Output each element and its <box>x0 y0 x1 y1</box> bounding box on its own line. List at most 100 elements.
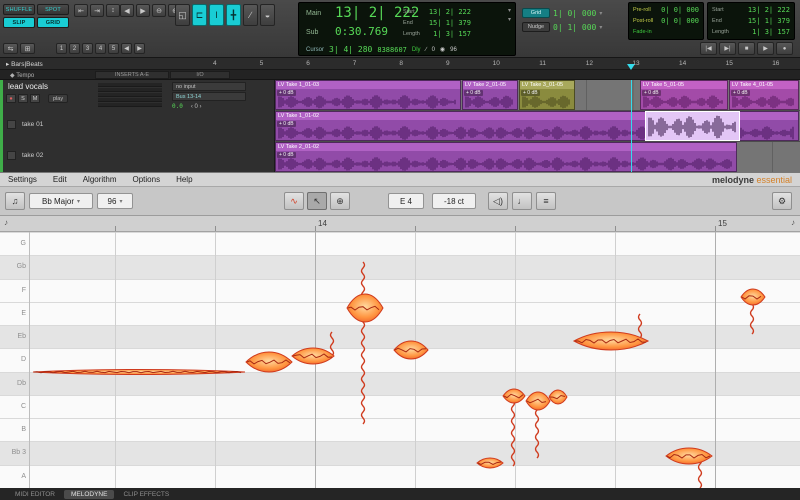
transport-button[interactable]: ■ <box>738 42 755 55</box>
zoom-icon[interactable]: ▶ <box>136 4 150 17</box>
menu-edit[interactable]: Edit <box>45 175 75 184</box>
memory-location-5[interactable]: 5 <box>108 43 119 54</box>
audio-clip[interactable]: LV Take 1_01-03+ 0 dB <box>275 80 461 110</box>
note-display-toggle[interactable]: ♫ <box>5 192 25 210</box>
track-name[interactable]: lead vocals <box>8 82 48 91</box>
note-blob[interactable] <box>574 332 648 350</box>
collapse-icon[interactable]: ▸ <box>6 61 9 68</box>
take-lane-button[interactable] <box>7 120 16 129</box>
melodyne-tool-icon[interactable]: ∿ <box>284 192 304 210</box>
memory-arrow-icon[interactable]: ◀ <box>121 43 132 54</box>
transport-button[interactable]: |◀ <box>700 42 717 55</box>
zoom-icon[interactable]: ⊖ <box>152 4 166 17</box>
pencil-icon[interactable]: ∕ <box>426 47 427 53</box>
insert-slot[interactable] <box>98 83 162 87</box>
memory-arrow-icon[interactable]: ▶ <box>134 43 145 54</box>
record-enable-button[interactable]: ● <box>6 94 16 103</box>
transport-button[interactable]: ▶| <box>719 42 736 55</box>
chevron-down-icon[interactable]: ▾ <box>508 16 511 23</box>
melodyne-monitor-icon[interactable]: ♩ <box>512 192 532 210</box>
edit-tool-icon[interactable]: I <box>209 4 224 26</box>
menu-help[interactable]: Help <box>168 175 200 184</box>
transport-button[interactable]: ▶ <box>757 42 774 55</box>
grid-mode-chip[interactable]: Grid <box>522 8 550 18</box>
zoom-icon[interactable]: ◀ <box>120 4 134 17</box>
pitch-ruler[interactable]: GGbFEEbDDbCBBb 3A <box>0 232 30 488</box>
toolbar-icon[interactable]: ⇥ <box>90 4 104 17</box>
melodyne-tool-icon[interactable]: ⊕ <box>330 192 350 210</box>
melodyne-tool-icon[interactable]: ↖ <box>307 192 327 210</box>
note-value-icon[interactable]: ♪ <box>791 218 795 227</box>
memory-location-1[interactable]: 1 <box>56 43 67 54</box>
chevron-down-icon[interactable]: ▾ <box>599 10 602 17</box>
pan-value[interactable]: ‹ 0 › <box>191 104 202 110</box>
selected-clip-region[interactable] <box>645 111 740 141</box>
bars-beats-ruler[interactable]: ▸ Bars|Beats 45678910111213141516 <box>0 58 800 70</box>
melodyne-note-editor[interactable]: GGbFEEbDDbCBBb 3A <box>0 232 800 488</box>
edit-tool-icon[interactable]: ⊏ <box>192 4 207 26</box>
value-label: Length <box>712 29 729 35</box>
take-lane-label[interactable]: take 02 <box>22 152 43 159</box>
insert-slot[interactable] <box>98 88 162 92</box>
audio-clip[interactable]: LV Take 4_01-05+ 0 dB <box>729 80 799 110</box>
mode-spot[interactable]: SPOT <box>37 4 69 15</box>
target-icon[interactable]: ◉ <box>440 46 445 53</box>
chevron-down-icon[interactable]: ▾ <box>599 24 602 31</box>
sub-counter-value[interactable]: 0:30.769 <box>335 25 388 38</box>
mode-shuffle[interactable]: SHUFFLE <box>3 4 35 15</box>
edit-tool-icon[interactable]: ◱ <box>175 4 190 26</box>
audio-clip[interactable]: LV Take 5_01-05+ 0 dB <box>640 80 728 110</box>
melodyne-time-ruler[interactable]: ♪ ♪ 1415 <box>0 216 800 232</box>
grid-value[interactable]: 1| 0| 000 <box>553 9 596 18</box>
toolbar-icon[interactable]: ⇆ <box>3 43 18 54</box>
take-lane-label[interactable]: take 01 <box>22 121 43 128</box>
input-selector[interactable]: no input <box>172 82 246 91</box>
melodyne-monitor-icon[interactable]: ≡ <box>536 192 556 210</box>
menu-algorithm[interactable]: Algorithm <box>75 175 125 184</box>
melodyne-monitor-icon[interactable]: ◁) <box>488 192 508 210</box>
edit-tool-icon[interactable]: ∕ <box>243 4 258 26</box>
insert-slot[interactable] <box>98 98 162 102</box>
tab-clip-effects[interactable]: CLIP EFFECTS <box>116 490 176 499</box>
tab-midi-editor[interactable]: MIDI EDITOR <box>8 490 62 499</box>
delay-indicator[interactable]: Dly <box>412 47 421 53</box>
chevron-down-icon[interactable]: ▾ <box>508 7 511 14</box>
note-blob[interactable] <box>246 352 292 372</box>
toolbar-icon[interactable]: ⇤ <box>74 4 88 17</box>
note-blob[interactable] <box>526 392 550 410</box>
output-selector[interactable]: Bus 13-14 <box>172 92 246 101</box>
note-blob[interactable] <box>394 341 428 359</box>
toolbar-icon[interactable]: ⊞ <box>20 43 35 54</box>
inserts-header[interactable]: INSERTS A-E <box>95 71 169 79</box>
memory-location-2[interactable]: 2 <box>69 43 80 54</box>
insert-slot[interactable] <box>98 93 162 97</box>
menu-settings[interactable]: Settings <box>0 175 45 184</box>
mode-grid[interactable]: GRID <box>37 17 69 28</box>
key-selector[interactable]: Bb Major ▾ <box>29 193 93 209</box>
edit-tool-icon[interactable]: ╋ <box>226 4 241 26</box>
nudge-value[interactable]: 0| 1| 000 <box>553 23 596 32</box>
audio-clip[interactable]: LV Take 3_01-05+ 0 dB <box>519 80 575 110</box>
audio-clip[interactable]: LV Take 2_01-02+ 0 dB <box>275 142 737 172</box>
tempo-box[interactable]: 96 ▾ <box>97 193 133 209</box>
edit-tool-icon[interactable]: ◒ <box>260 4 275 26</box>
tab-melodyne[interactable]: MELODYNE <box>64 490 114 499</box>
memory-location-3[interactable]: 3 <box>82 43 93 54</box>
track-view-selector[interactable]: play <box>48 94 68 103</box>
audio-clip[interactable]: LV Take 2_01-05+ 0 dB <box>462 80 518 110</box>
solo-button[interactable]: S <box>18 94 28 103</box>
nudge-chip[interactable]: Nudge <box>522 22 550 32</box>
mode-slip[interactable]: SLIP <box>3 17 35 28</box>
menu-options[interactable]: Options <box>125 175 169 184</box>
note-blob[interactable] <box>292 348 334 364</box>
transport-button[interactable]: ● <box>776 42 793 55</box>
mute-button[interactable]: M <box>30 94 40 103</box>
volume-value[interactable]: 0.0 <box>172 103 183 110</box>
take-lane-button[interactable] <box>7 151 16 160</box>
memory-location-4[interactable]: 4 <box>95 43 106 54</box>
toolbar-icon[interactable]: ↕ <box>106 4 120 17</box>
gear-icon[interactable]: ⚙ <box>772 192 792 210</box>
insert-slot[interactable] <box>98 103 162 107</box>
note-blob[interactable] <box>741 289 765 305</box>
io-header[interactable]: I/O <box>170 71 230 79</box>
